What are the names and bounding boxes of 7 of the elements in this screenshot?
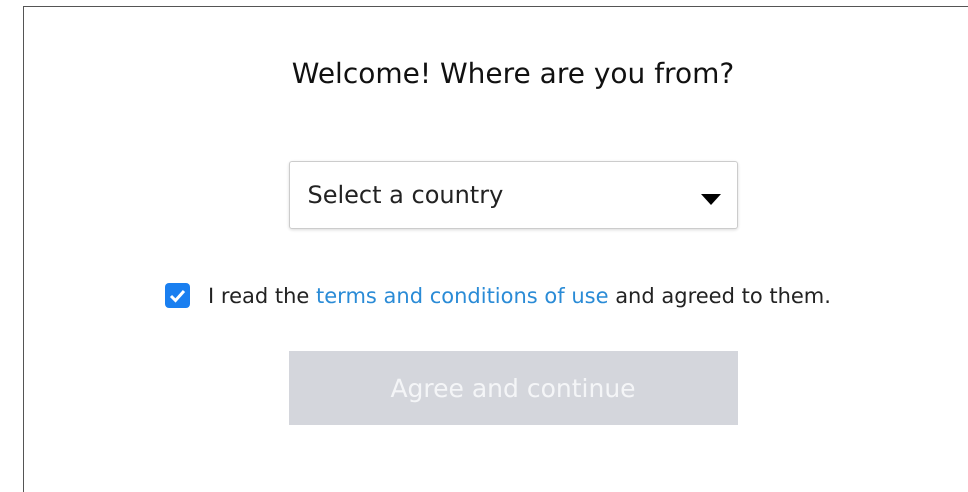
welcome-title: Welcome! Where are you from? [292, 57, 734, 90]
caret-icon [700, 194, 720, 204]
select-placeholder: Select a country [308, 181, 504, 209]
agreement-text: I read the terms and conditions of use and agreed to them. [208, 284, 831, 308]
terms-link[interactable]: terms and conditions of use [316, 284, 609, 308]
agree-checkbox[interactable] [165, 283, 190, 308]
country-select[interactable]: Select a country [288, 161, 738, 229]
